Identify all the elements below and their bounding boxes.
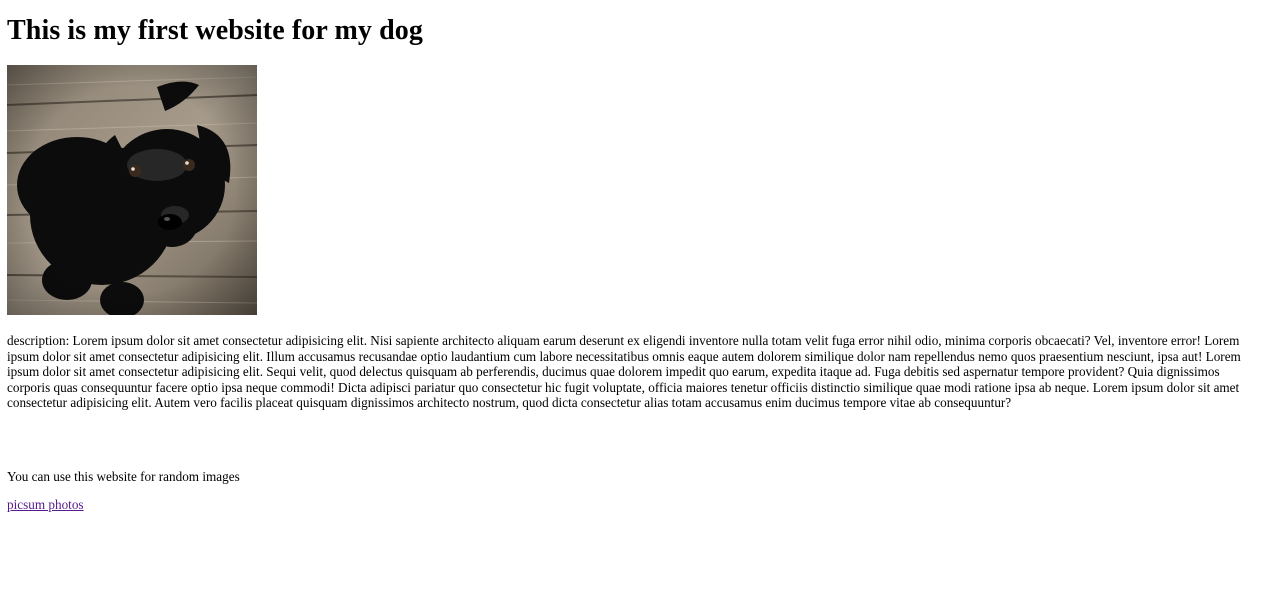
picsum-photos-link[interactable]: picsum photos xyxy=(7,497,84,512)
page-title: This is my first website for my dog xyxy=(7,15,423,46)
dog-photo xyxy=(7,65,257,315)
page-content: This is my first website for my dog desc… xyxy=(7,0,1263,513)
dog-photo-image xyxy=(7,65,257,315)
description-paragraph: description: Lorem ipsum dolor sit amet … xyxy=(7,333,1241,410)
link-paragraph: picsum photos xyxy=(7,497,1263,513)
random-images-note: You can use this website for random imag… xyxy=(7,468,240,484)
